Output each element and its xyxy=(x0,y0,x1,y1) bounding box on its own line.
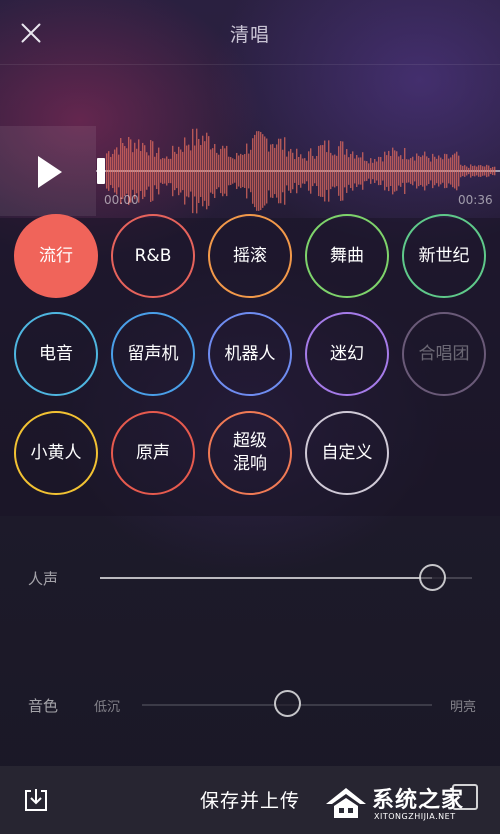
time-end: 00:36 xyxy=(458,193,493,207)
effect-label: 新世纪 xyxy=(418,245,470,266)
effect-label: 小黄人 xyxy=(30,442,82,463)
effect-3[interactable]: 舞曲 xyxy=(305,214,389,298)
effect-label: 电音 xyxy=(39,343,73,364)
effect-7[interactable]: 机器人 xyxy=(208,312,292,396)
effect-label: 流行 xyxy=(39,245,73,266)
close-icon[interactable] xyxy=(14,16,48,50)
effect-5[interactable]: 电音 xyxy=(14,312,98,396)
effect-0[interactable]: 流行 xyxy=(14,214,98,298)
watermark-logo xyxy=(326,788,366,818)
waveform[interactable] xyxy=(96,126,500,216)
vocal-track-filled xyxy=(100,577,432,579)
time-start: 00:00 xyxy=(104,193,139,207)
play-icon xyxy=(38,156,62,188)
header: 清唱 xyxy=(0,0,500,64)
header-divider xyxy=(0,64,500,65)
effect-label: 机器人 xyxy=(224,343,276,364)
effect-label: R&B xyxy=(134,245,172,266)
timbre-min-label: 低沉 xyxy=(94,700,121,715)
effect-label: 原声 xyxy=(136,442,170,463)
timbre-max-label: 明亮 xyxy=(450,700,477,715)
effect-2[interactable]: 摇滚 xyxy=(208,214,292,298)
save-upload-button[interactable]: 保存并上传 xyxy=(170,786,330,813)
effect-6[interactable]: 留声机 xyxy=(111,312,195,396)
play-button[interactable] xyxy=(0,126,96,216)
effect-4[interactable]: 新世纪 xyxy=(402,214,486,298)
waveform-area xyxy=(0,126,500,218)
vocal-slider-knob[interactable] xyxy=(419,564,446,591)
effect-13[interactable]: 自定义 xyxy=(305,411,389,495)
timbre-label: 音色 xyxy=(28,697,59,715)
effect-label: 合唱团 xyxy=(418,343,470,364)
effect-label: 留声机 xyxy=(127,343,179,364)
effect-10[interactable]: 小黄人 xyxy=(14,411,98,495)
download-icon[interactable] xyxy=(22,786,50,814)
effect-12[interactable]: 超级 混响 xyxy=(208,411,292,495)
effects-panel: 流行 R&B 摇滚 舞曲 新世纪电音 留声机 机器人 迷幻 合唱团小黄人 原声 超级 混响 自定义 xyxy=(0,214,500,516)
effect-11[interactable]: 原声 xyxy=(111,411,195,495)
effect-label: 超级 混响 xyxy=(233,431,267,474)
page-title: 清唱 xyxy=(229,24,270,46)
watermark-text: 系统之家 xyxy=(372,787,465,813)
effect-8[interactable]: 迷幻 xyxy=(305,312,389,396)
effect-label: 舞曲 xyxy=(330,245,364,266)
effect-1[interactable]: R&B xyxy=(111,214,195,298)
vocal-label: 人声 xyxy=(28,570,59,588)
effect-9[interactable]: 合唱团 xyxy=(402,312,486,396)
playhead-handle[interactable] xyxy=(97,158,105,184)
effect-label: 迷幻 xyxy=(330,343,364,364)
effect-label: 自定义 xyxy=(321,442,373,463)
effect-label: 摇滚 xyxy=(233,245,267,266)
watermark: 系统之家 XITONGZHIJIA.NET xyxy=(322,778,498,832)
timbre-slider-knob[interactable] xyxy=(274,690,301,717)
watermark-subtext: XITONGZHIJIA.NET xyxy=(374,812,456,821)
